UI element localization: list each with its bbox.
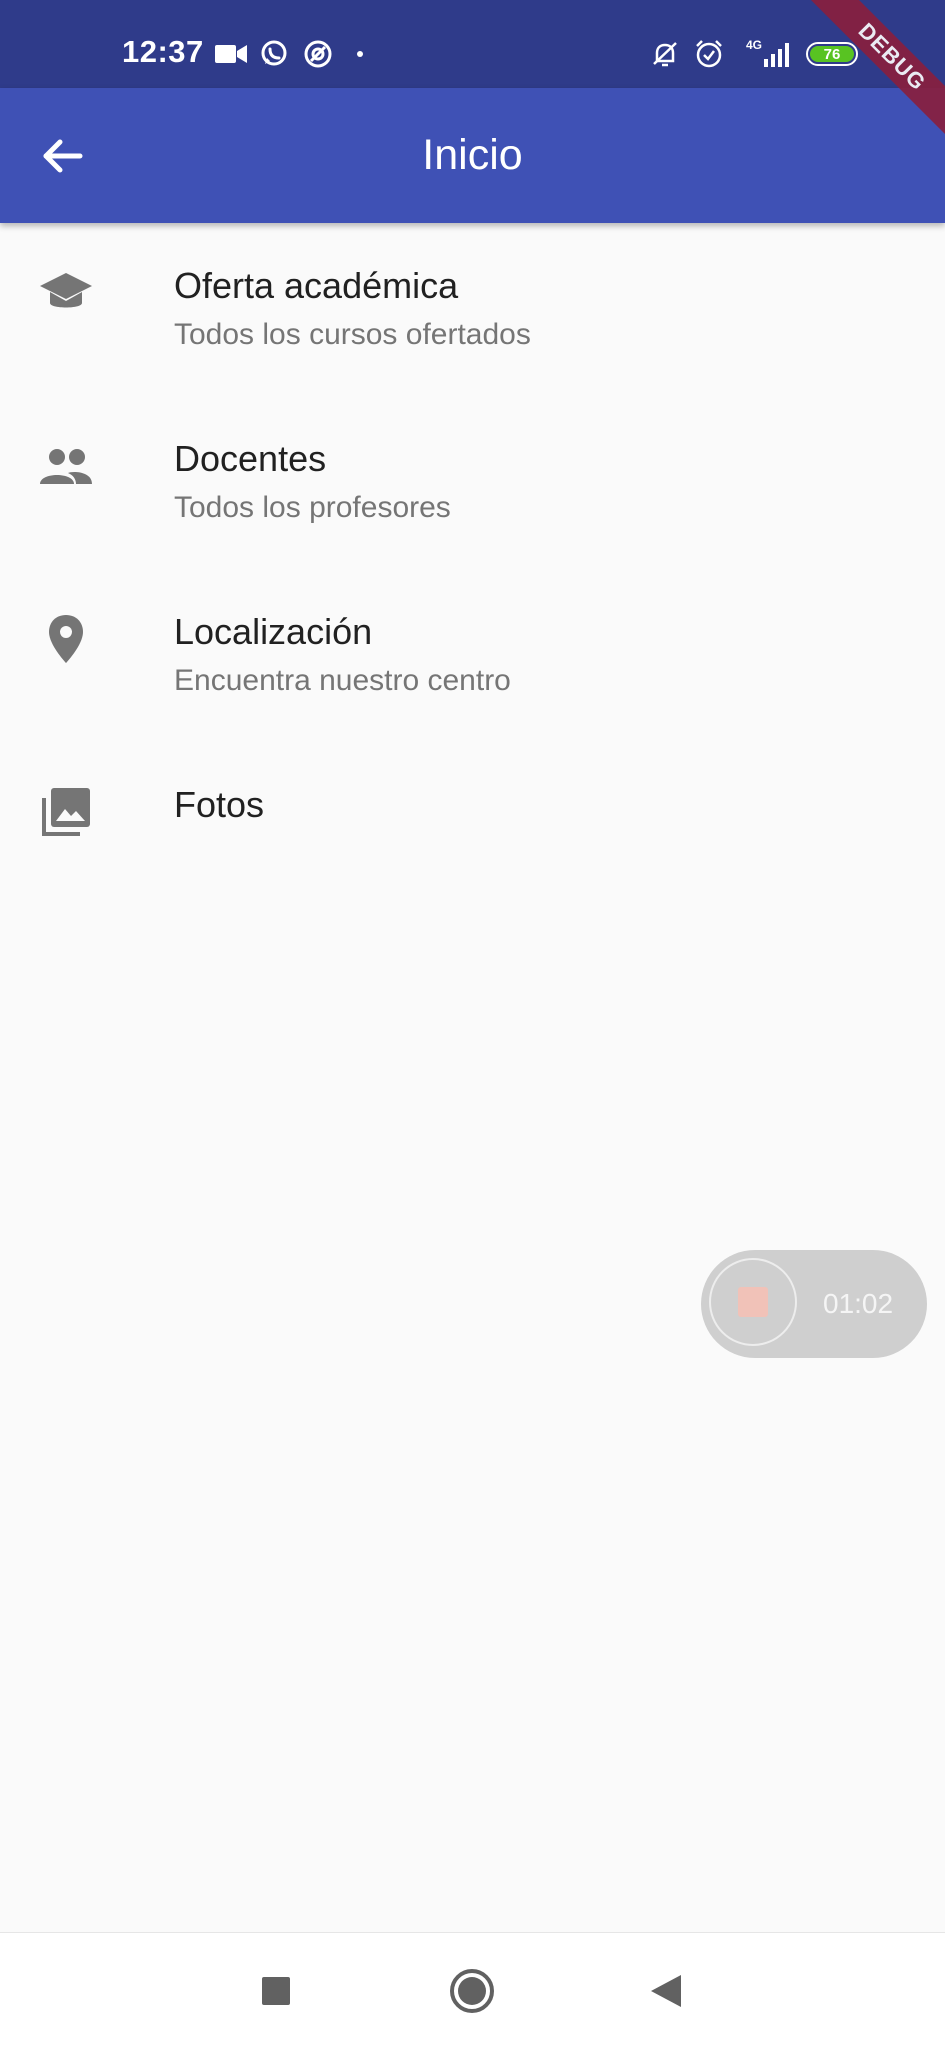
arrow-left-icon [43,139,83,173]
list-item-subtitle: Todos los cursos ofertados [174,318,531,351]
bell-muted-icon [648,36,682,72]
screen-recorder-widget[interactable]: 01:02 [701,1250,927,1358]
app-bar: Inicio [0,88,945,223]
home-button[interactable] [442,1961,502,2021]
screen: 12:37 4G 76 DEBUG Inicio Oferta académic… [0,0,945,2048]
whatsapp-icon [257,36,291,72]
list-item-title: Docentes [174,438,327,479]
list-item-title: Fotos [174,784,265,825]
stop-icon [738,1287,768,1317]
alarm-clock-icon [692,36,726,72]
list-item-oferta-academica[interactable]: Oferta académica Todos los cursos oferta… [0,223,945,396]
status-time: 12:37 [122,34,204,69]
recording-timer: 01:02 [823,1288,894,1319]
back-button[interactable] [30,124,94,188]
list-item-subtitle: Encuentra nuestro centro [174,664,511,697]
graduation-cap-icon [34,261,98,325]
dot-icon [352,36,368,72]
list-item-title: Oferta académica [174,265,459,306]
battery-level: 76 [810,46,854,63]
stop-recording-button[interactable] [709,1258,797,1346]
list-item-fotos[interactable]: Fotos [0,742,945,862]
back-triangle-icon [651,1975,681,2007]
back-nav-button[interactable] [636,1961,696,2021]
list-item-localizacion[interactable]: Localización Encuentra nuestro centro [0,569,945,742]
list-item-docentes[interactable]: Docentes Todos los profesores [0,396,945,569]
people-icon [34,434,98,498]
at-sign-icon [301,36,335,72]
system-nav-bar [0,1932,945,2048]
video-camera-icon [214,36,248,72]
battery-icon: 76 [806,42,858,66]
page-title: Inicio [422,131,523,179]
photo-library-icon [34,780,98,844]
list-item-subtitle: Todos los profesores [174,491,451,524]
list-item-title: Localización [174,611,373,652]
recents-button[interactable] [246,1961,306,2021]
menu-list: Oferta académica Todos los cursos oferta… [0,223,945,862]
home-circle-icon [450,1969,494,2013]
status-bar: 12:37 4G 76 [0,0,945,88]
location-pin-icon [34,607,98,671]
signal-icon [760,36,794,72]
recents-square-icon [262,1977,290,2005]
